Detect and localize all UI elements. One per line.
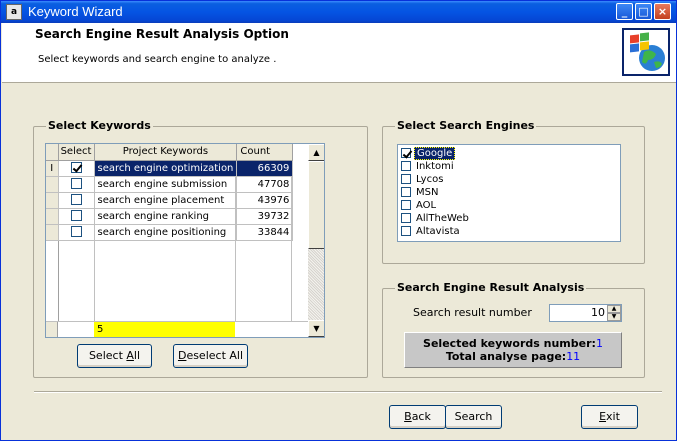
maximize-button[interactable]: □ — [635, 3, 652, 20]
list-item[interactable]: Inktomi — [401, 160, 456, 173]
close-button[interactable]: × — [654, 3, 671, 20]
keyword-select-checkbox[interactable] — [70, 210, 82, 222]
app-icon[interactable]: a — [6, 4, 22, 20]
keyword-wizard-window: a Keyword Wizard _ □ × Search Engine Res… — [0, 0, 677, 441]
keywords-grid[interactable]: Select Project Keywords Count I search e… — [45, 143, 325, 338]
keywords-footer-row: 5 — [46, 321, 308, 337]
list-item[interactable]: AllTheWeb — [401, 212, 471, 225]
table-row[interactable]: I search engine optimization 66309 — [46, 160, 294, 177]
search-button[interactable]: Search — [445, 405, 502, 429]
engine-checkbox[interactable] — [401, 226, 411, 236]
wizard-header: Search Engine Result Analysis Option Sel… — [2, 23, 676, 83]
keyword-select-checkbox[interactable] — [70, 162, 82, 174]
scroll-down-icon[interactable]: ▼ — [308, 320, 324, 337]
keyword-cell[interactable]: search engine positioning — [94, 224, 238, 241]
result-analysis-legend: Search Engine Result Analysis — [395, 281, 587, 295]
engine-checkbox[interactable] — [401, 187, 411, 197]
engine-checkbox[interactable] — [401, 161, 411, 171]
result-number-label: Search result number — [413, 306, 532, 319]
count-cell: 33844 — [236, 224, 294, 241]
keyword-select-checkbox[interactable] — [70, 194, 82, 206]
count-cell: 39732 — [236, 208, 294, 225]
list-item[interactable]: Google — [401, 147, 456, 160]
page-subtitle: Select keywords and search engine to ana… — [38, 54, 277, 65]
keyword-cell[interactable]: search engine placement — [94, 192, 238, 209]
table-row[interactable]: search engine positioning 33844 — [46, 224, 294, 241]
search-engines-list[interactable]: Google Inktomi Lycos MSN AOL AllTheWeb A… — [397, 144, 621, 242]
result-number-spinner[interactable]: 10 ▲ ▼ — [549, 304, 622, 322]
keywords-total-cell: 5 — [94, 322, 235, 337]
selected-keywords-label: Selected keywords number: — [423, 337, 596, 350]
title-bar[interactable]: a Keyword Wizard _ □ × — [1, 1, 676, 23]
windows-globe-logo-icon — [622, 28, 670, 76]
selected-keywords-value: 1 — [595, 337, 603, 350]
analysis-summary-panel: Selected keywords number:1 Total analyse… — [404, 332, 622, 368]
select-keywords-legend: Select Keywords — [46, 119, 153, 133]
count-cell: 66309 — [236, 160, 294, 177]
select-all-button[interactable]: Select All — [77, 344, 152, 368]
engine-checkbox[interactable] — [401, 200, 411, 210]
exit-button[interactable]: Exit — [581, 405, 638, 429]
column-header-count[interactable]: Count — [236, 144, 294, 161]
keywords-header-row: Select Project Keywords Count — [46, 144, 294, 161]
row-indicator-header — [46, 144, 59, 161]
back-button[interactable]: Back — [389, 405, 446, 429]
spin-down-icon[interactable]: ▼ — [607, 313, 621, 321]
table-row[interactable]: search engine placement 43976 — [46, 192, 294, 209]
table-row[interactable]: search engine submission 47708 — [46, 176, 294, 193]
scroll-thumb[interactable] — [308, 161, 324, 249]
count-cell: 47708 — [236, 176, 294, 193]
select-engines-legend: Select Search Engines — [395, 119, 537, 133]
keyword-cell[interactable]: search engine submission — [94, 176, 238, 193]
list-item[interactable]: Lycos — [401, 173, 445, 186]
keyword-select-checkbox[interactable] — [70, 226, 82, 238]
total-pages-value: 11 — [566, 350, 581, 363]
result-number-value[interactable]: 10 — [591, 306, 605, 319]
scroll-up-icon[interactable]: ▲ — [308, 144, 324, 161]
total-pages-label: Total analyse page: — [445, 350, 567, 363]
minimize-button[interactable]: _ — [616, 3, 633, 20]
engine-checkbox[interactable] — [401, 148, 411, 158]
window-title: Keyword Wizard — [28, 4, 123, 19]
deselect-all-button[interactable]: Deselect All — [173, 344, 248, 368]
list-item[interactable]: MSN — [401, 186, 440, 199]
row-indicator: I — [46, 160, 59, 177]
column-header-keywords[interactable]: Project Keywords — [94, 144, 238, 161]
table-row[interactable]: search engine ranking 39732 — [46, 208, 294, 225]
list-item[interactable]: Altavista — [401, 225, 462, 238]
keyword-cell[interactable]: search engine optimization — [94, 160, 238, 177]
page-title: Search Engine Result Analysis Option — [35, 27, 289, 41]
engine-checkbox[interactable] — [401, 213, 411, 223]
list-item[interactable]: AOL — [401, 199, 438, 212]
spin-up-icon[interactable]: ▲ — [607, 305, 621, 313]
footer-separator — [34, 391, 662, 393]
keyword-select-checkbox[interactable] — [70, 178, 82, 190]
count-cell: 43976 — [236, 192, 294, 209]
keywords-table: Select Project Keywords Count I search e… — [46, 144, 294, 241]
keywords-scrollbar[interactable]: ▲ ▼ — [308, 144, 324, 337]
column-header-select[interactable]: Select — [58, 144, 95, 161]
engine-checkbox[interactable] — [401, 174, 411, 184]
keyword-cell[interactable]: search engine ranking — [94, 208, 238, 225]
